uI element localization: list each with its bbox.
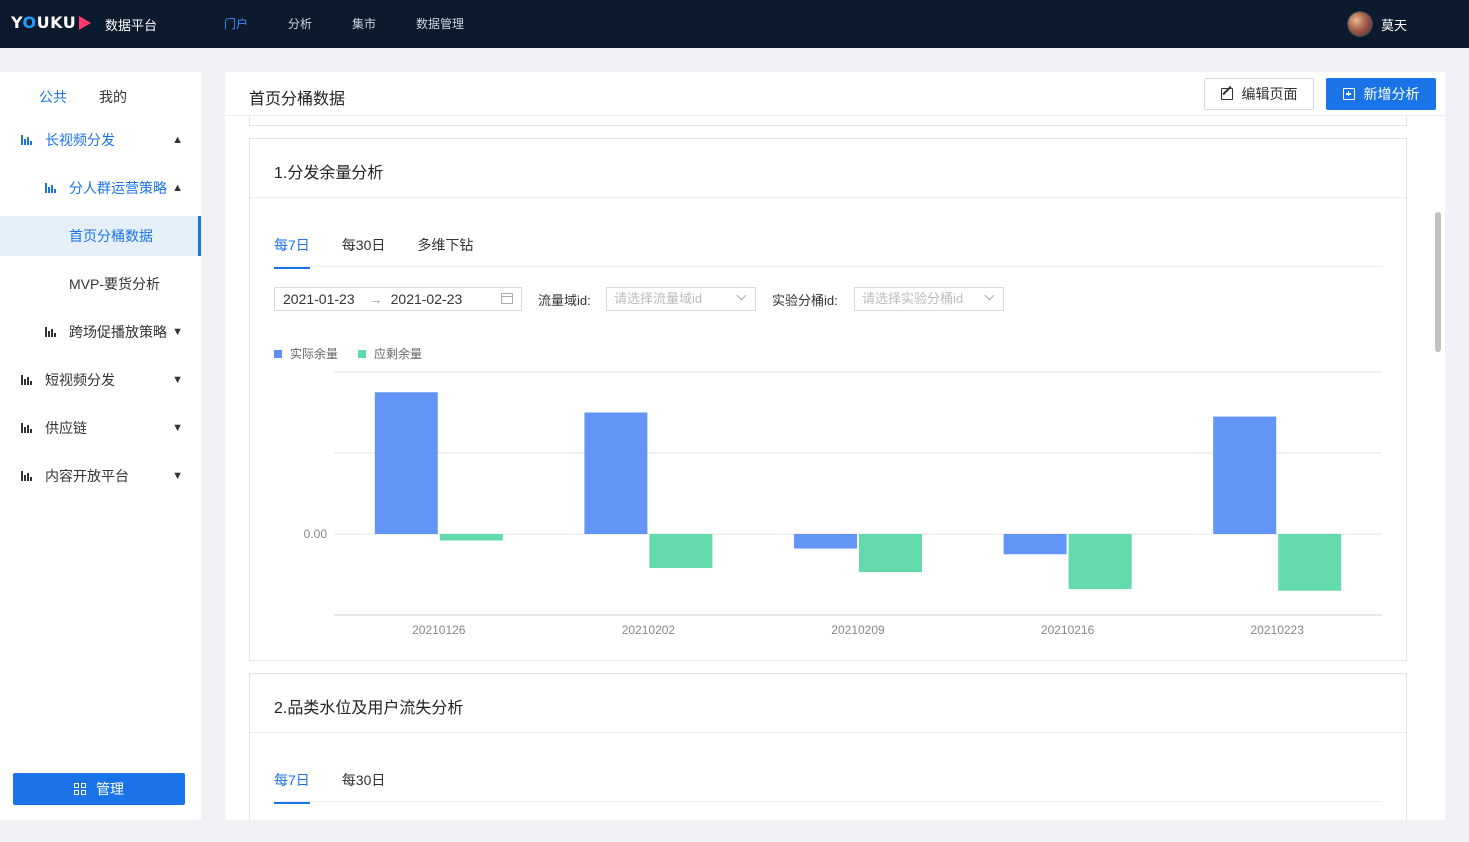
page-title: 首页分桶数据 (249, 91, 346, 108)
bar-chart-icon (45, 327, 57, 337)
add-analysis-label: 新增分析 (1363, 86, 1420, 102)
sidebar-item-content-platform[interactable]: 内容开放平台 ▼ (0, 456, 201, 496)
bar-actual (1213, 416, 1277, 534)
youku-logo[interactable]: YOUKU (11, 13, 92, 32)
edit-icon (1220, 88, 1233, 100)
analysis-card-distribution: 1.分发余量分析 每7日 每30日 多维下钻 2021-01-23 → 2021… (249, 138, 1407, 661)
previous-card-edge (249, 116, 1407, 126)
sidebar-item-mvp-analysis[interactable]: MVP-要货分析 (0, 264, 201, 304)
chevron-down-icon: ▼ (172, 326, 183, 338)
user-name[interactable]: 莫天 (1381, 15, 1407, 34)
sidebar-item-label: MVP-要货分析 (69, 276, 160, 292)
period-tabs: 每7日 每30日 (274, 770, 417, 804)
play-icon (79, 15, 92, 30)
sidebar-tabs: 公共 我的 (39, 87, 159, 107)
sidebar-item-long-video[interactable]: 长视频分发 ▲ (0, 120, 201, 160)
tab-7-day[interactable]: 每7日 (274, 770, 310, 804)
sidebar-item-label: 短视频分发 (45, 372, 115, 388)
manage-button[interactable]: 管理 (13, 773, 185, 805)
sidebar-item-short-video[interactable]: 短视频分发 ▼ (0, 360, 201, 400)
top-nav-item-data-management[interactable]: 数据管理 (416, 15, 464, 32)
main-panel: 首页分桶数据 编辑页面 新增分析 1.分发余量分析 每7日 每30日 多维下钻 … (225, 72, 1445, 820)
bar-actual (584, 412, 648, 534)
x-tick-label: 20210202 (622, 623, 676, 637)
bar-chart-icon (21, 135, 33, 145)
grid-icon (74, 783, 86, 795)
bar-chart-icon (21, 423, 33, 433)
chevron-up-icon: ▲ (172, 182, 183, 194)
platform-name: 数据平台 (105, 18, 158, 33)
user-menu[interactable]: 莫天 (1346, 11, 1407, 37)
top-nav: 门户 分析 集市 数据管理 (224, 15, 504, 32)
bar-chart: 0.00 20210126 20210202 20210209 20210216 2021… (304, 371, 1382, 637)
x-tick-label: 20210223 (1251, 623, 1305, 637)
sidebar-item-cross-play-strategy[interactable]: 跨场促播放策略 ▼ (0, 312, 201, 352)
bar-actual (1003, 534, 1067, 555)
sidebar-item-label: 分人群运营策略 (69, 180, 167, 196)
sidebar-item-label: 首页分桶数据 (69, 228, 153, 244)
top-nav-item-market[interactable]: 集市 (352, 15, 376, 32)
sidebar-tab-mine[interactable]: 我的 (99, 87, 127, 107)
bar-expected (859, 534, 922, 573)
chevron-down-icon: ▼ (172, 422, 183, 434)
scrollbar[interactable] (1435, 212, 1441, 352)
tab-30-day[interactable]: 每30日 (342, 770, 386, 804)
chevron-down-icon: ▼ (172, 374, 183, 386)
top-nav-item-analysis[interactable]: 分析 (288, 15, 312, 32)
top-navbar: YOUKU 数据平台 门户 分析 集市 数据管理 莫天 (0, 0, 1469, 48)
sidebar-item-label: 内容开放平台 (45, 468, 129, 484)
x-tick-label: 20210209 (831, 623, 885, 637)
edit-page-button[interactable]: 编辑页面 (1204, 78, 1314, 110)
sidebar-item-audience-strategy[interactable]: 分人群运营策略 ▲ (0, 168, 201, 208)
bar-actual (374, 392, 438, 534)
bar-actual (794, 534, 857, 549)
logo-text: YOUKU (11, 13, 77, 32)
sidebar-item-label: 跨场促播放策略 (69, 324, 167, 340)
sidebar-item-label: 供应链 (45, 420, 87, 436)
sidebar: 公共 我的 长视频分发 ▲ 分人群运营策略 ▲ 首页分桶数据 MVP-要货分析 … (0, 72, 201, 820)
top-nav-item-portal[interactable]: 门户 (224, 15, 248, 32)
y-tick-label: 0.00 (304, 527, 328, 541)
manage-button-label: 管理 (96, 781, 124, 797)
analysis-card-category: 2.品类水位及用户流失分析 每7日 每30日 (249, 673, 1407, 820)
divider (250, 732, 1406, 733)
bar-expected (439, 534, 503, 541)
tabs-underline (274, 801, 1382, 802)
bar-expected (1278, 534, 1342, 591)
bar-chart-icon (21, 471, 33, 481)
chevron-up-icon: ▲ (172, 134, 183, 146)
plus-square-icon (1342, 88, 1355, 100)
sidebar-item-supply-chain[interactable]: 供应链 ▼ (0, 408, 201, 448)
chevron-down-icon: ▼ (172, 470, 183, 482)
x-tick-label: 20210126 (412, 623, 466, 637)
bar-expected (649, 534, 713, 569)
bar-expected (1068, 534, 1132, 590)
add-analysis-button[interactable]: 新增分析 (1326, 78, 1436, 110)
sidebar-tab-public[interactable]: 公共 (39, 87, 67, 107)
x-tick-label: 20210216 (1041, 623, 1095, 637)
bar-chart-icon (21, 375, 33, 385)
avatar[interactable] (1346, 11, 1373, 37)
sidebar-item-label: 长视频分发 (45, 132, 115, 148)
edit-page-label: 编辑页面 (1241, 86, 1298, 102)
card-title: 2.品类水位及用户流失分析 (274, 700, 464, 717)
page-header: 首页分桶数据 编辑页面 新增分析 (225, 72, 1445, 116)
sidebar-item-homepage-bucket[interactable]: 首页分桶数据 (0, 216, 201, 256)
bar-chart-icon (45, 183, 57, 193)
